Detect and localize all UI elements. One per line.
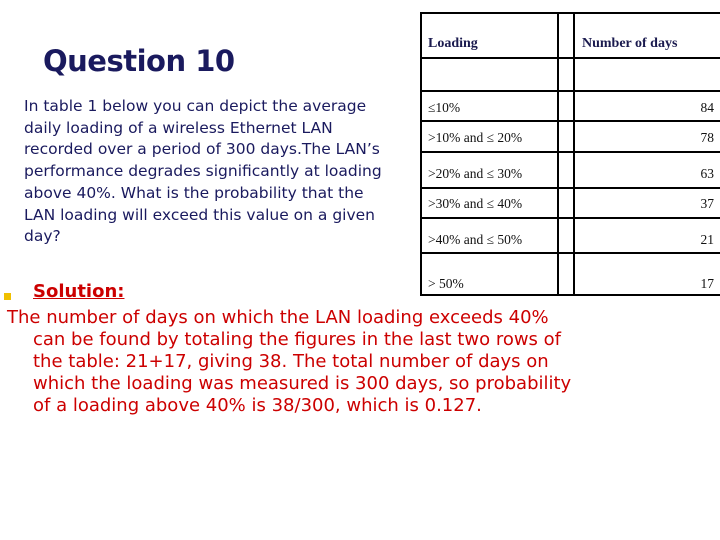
row-loading: > 50% — [428, 276, 464, 291]
row-divider — [422, 187, 720, 189]
row-days: 63 — [700, 166, 715, 181]
row-loading: >10% and ≤ 20% — [428, 130, 523, 145]
row-loading: >30% and ≤ 40% — [428, 196, 523, 211]
question-text: In table 1 below you can depict the aver… — [24, 97, 382, 246]
row-divider — [422, 151, 720, 153]
header-days: Number of days — [582, 36, 678, 51]
bullet-icon — [4, 293, 11, 300]
row-days: 21 — [700, 232, 715, 247]
row-days: 78 — [700, 130, 715, 145]
row-loading: >20% and ≤ 30% — [428, 166, 523, 181]
row-divider — [422, 120, 720, 122]
row-divider — [422, 57, 720, 59]
header-loading: Loading — [428, 36, 478, 51]
solution-label: Solution: — [33, 281, 125, 302]
row-days: 17 — [700, 276, 715, 291]
solution-text: The number of days on which the LAN load… — [7, 307, 572, 416]
row-divider — [422, 217, 720, 219]
row-divider — [422, 252, 720, 254]
row-loading: >40% and ≤ 50% — [428, 232, 523, 247]
row-divider — [422, 90, 720, 92]
slide-title: Question 10 — [43, 44, 235, 78]
loading-table: Loading Number of days ≤10% 84 >10% and … — [420, 12, 720, 296]
row-loading: ≤10% — [428, 100, 461, 115]
row-days: 37 — [700, 196, 715, 211]
row-days: 84 — [700, 100, 715, 115]
